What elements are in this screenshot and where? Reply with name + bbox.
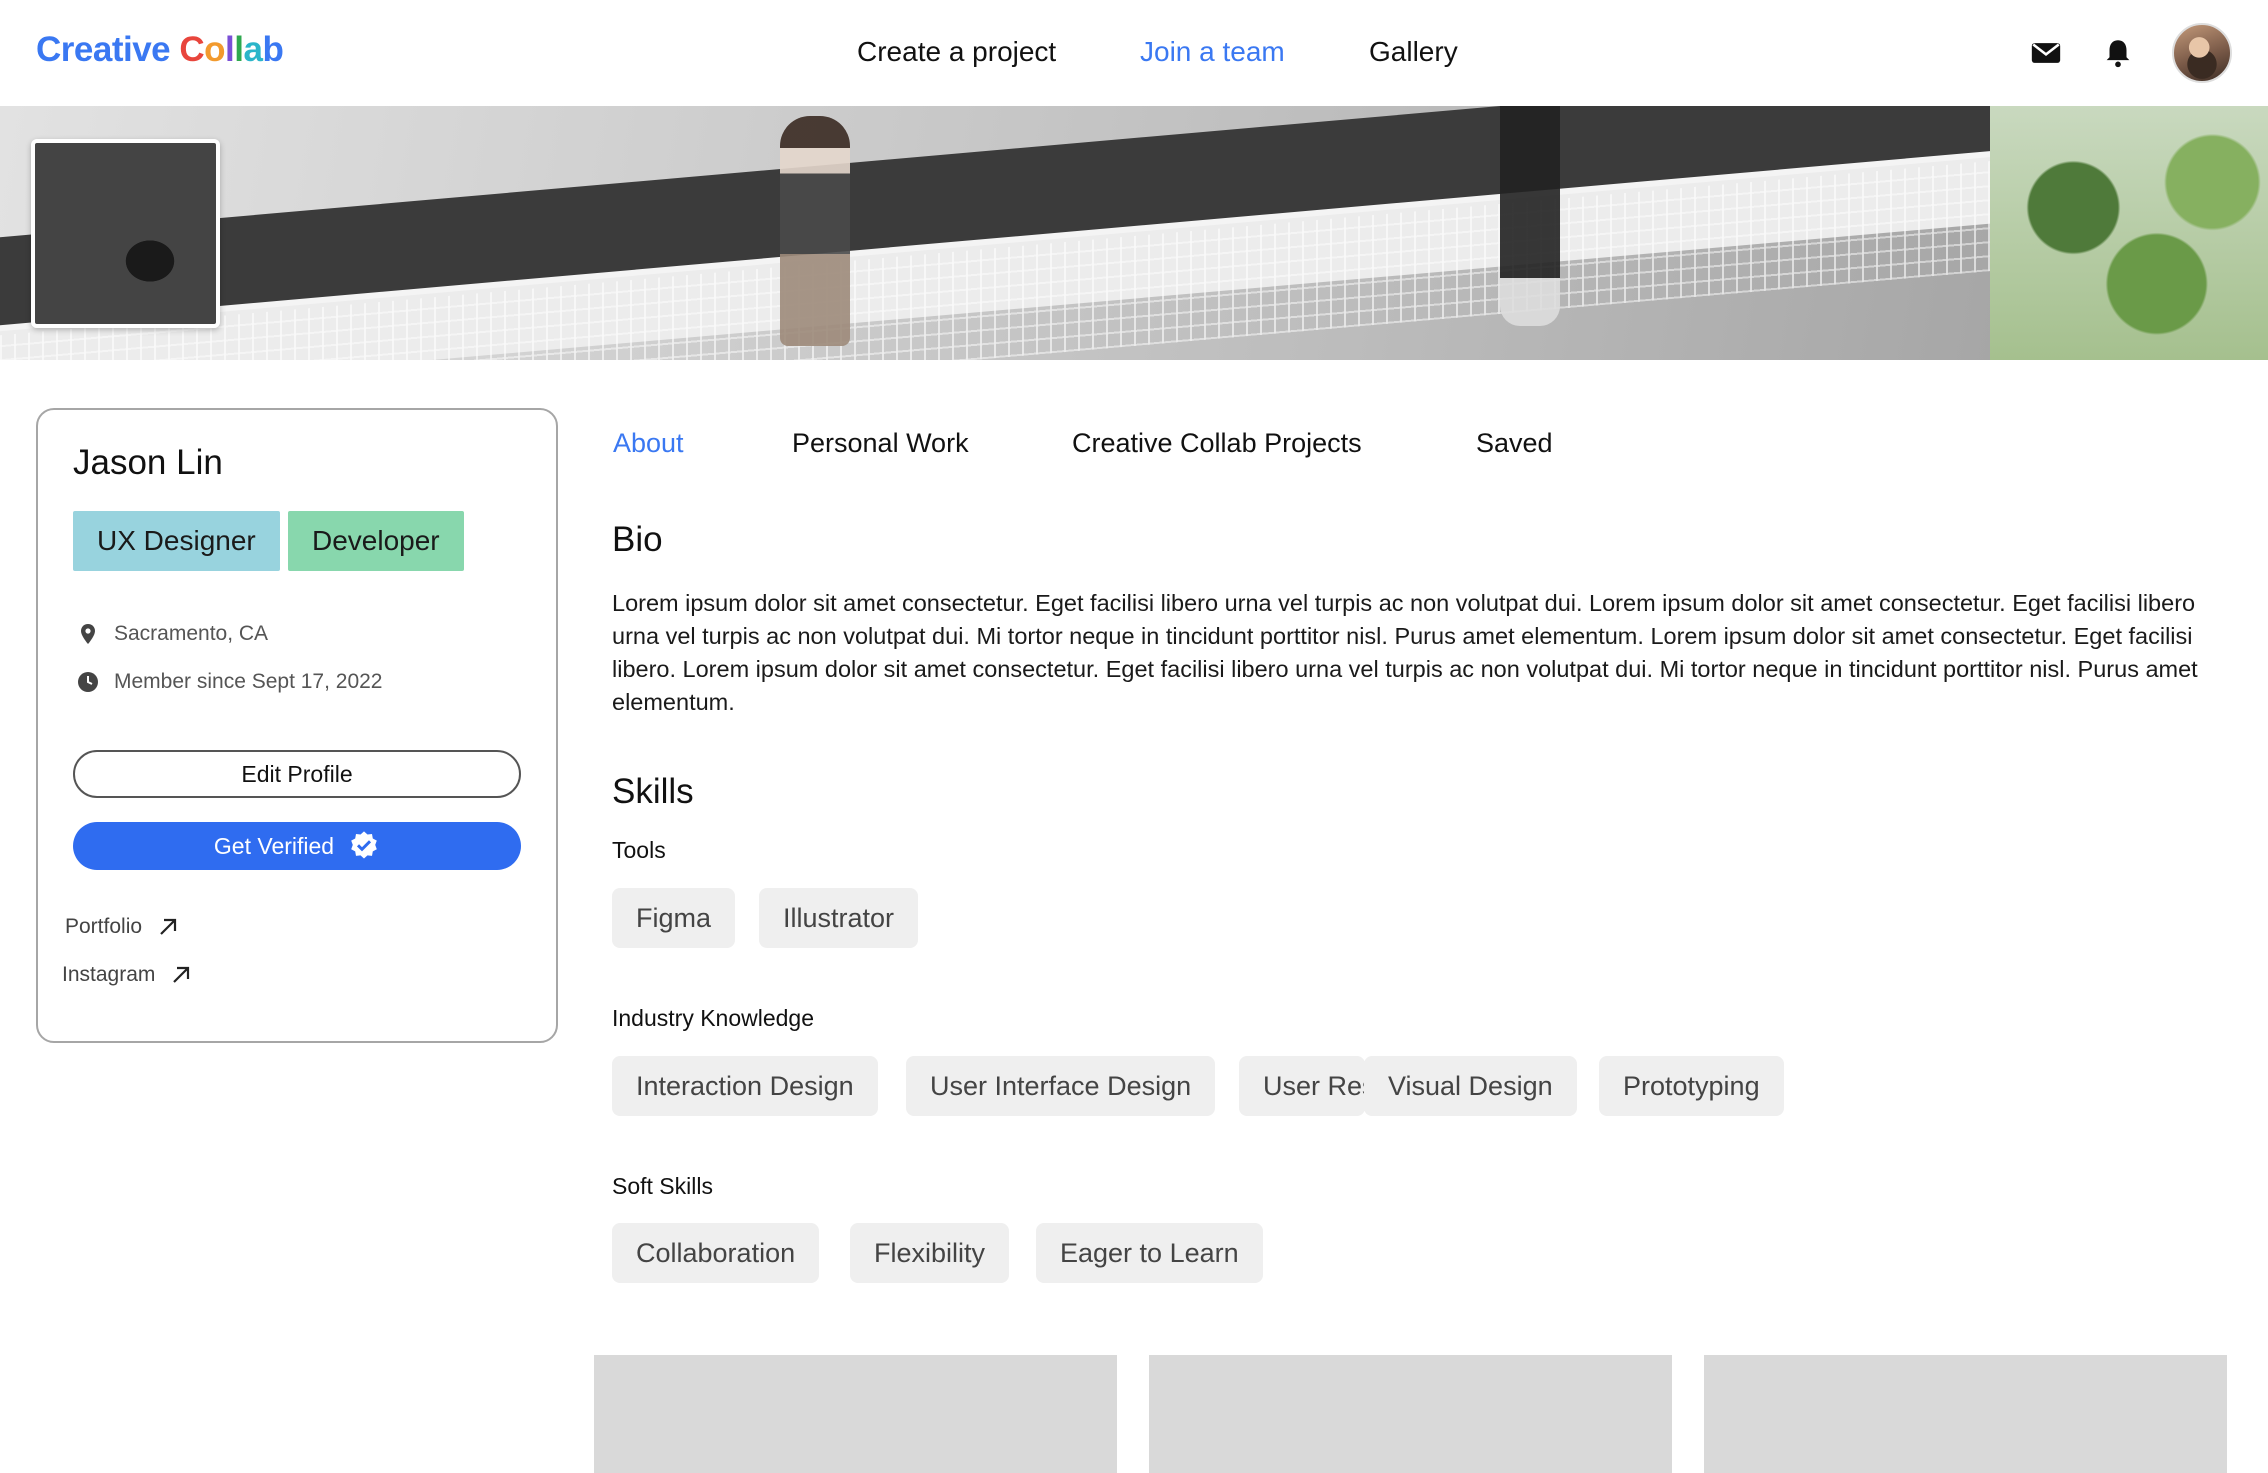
get-verified-label: Get Verified [213, 832, 335, 859]
project-card-placeholder[interactable] [1704, 1355, 2227, 1473]
profile-name: Jason Lin [73, 443, 223, 482]
portfolio-link[interactable]: Portfolio [65, 915, 180, 939]
project-card-placeholder[interactable] [594, 1355, 1117, 1473]
cover-banner [0, 106, 2268, 360]
location-text: Sacramento, CA [114, 622, 269, 645]
edit-profile-button[interactable]: Edit Profile [73, 750, 521, 798]
skill-chip[interactable]: Eager to Learn [1036, 1223, 1263, 1283]
location-pin-icon [81, 624, 95, 644]
top-nav: Creative Collab Create a project Join a … [0, 0, 2268, 106]
skill-chip[interactable]: Flexibility [850, 1223, 1010, 1283]
soft-skills-label: Soft Skills [612, 1173, 713, 1199]
role-tag-ux-designer: UX Designer [73, 511, 280, 571]
skill-chip[interactable]: Collaboration [612, 1223, 820, 1283]
clock-icon [78, 672, 98, 692]
tab-creative-collab-projects[interactable]: Creative Collab Projects [1072, 428, 1362, 459]
user-avatar[interactable] [2172, 23, 2232, 83]
skill-chip[interactable]: Figma [612, 888, 736, 948]
skill-chip[interactable]: Interaction Design [612, 1056, 878, 1116]
tab-about[interactable]: About [613, 428, 684, 459]
tab-saved[interactable]: Saved [1476, 428, 1553, 459]
member-since-row: Member since Sept 17, 2022 [76, 670, 383, 694]
bell-icon[interactable] [2101, 36, 2135, 70]
nav-gallery[interactable]: Gallery [1369, 36, 1458, 68]
mail-icon[interactable] [2029, 36, 2063, 70]
project-card-placeholder[interactable] [1149, 1355, 1672, 1473]
logo[interactable]: Creative Collab [36, 30, 284, 70]
nav-create-project[interactable]: Create a project [857, 36, 1056, 68]
portfolio-label: Portfolio [65, 915, 143, 938]
member-since-text: Member since Sept 17, 2022 [114, 670, 383, 693]
arrow-up-right-icon [173, 966, 190, 983]
profile-card: Jason Lin UX Designer Developer Sacramen… [36, 408, 558, 1043]
skill-chip[interactable]: Prototyping [1599, 1056, 1784, 1116]
arrow-up-right-icon [160, 918, 177, 935]
profile-photo [31, 139, 220, 328]
industry-knowledge-label: Industry Knowledge [612, 1005, 815, 1031]
instagram-label: Instagram [62, 963, 156, 986]
role-tag-developer: Developer [288, 511, 464, 571]
verified-badge-icon [351, 831, 377, 859]
nav-join-team[interactable]: Join a team [1140, 36, 1285, 68]
tools-label: Tools [612, 837, 666, 863]
skills-heading: Skills [612, 772, 694, 811]
bio-text: Lorem ipsum dolor sit amet consectetur. … [612, 590, 2198, 715]
tab-personal-work[interactable]: Personal Work [792, 428, 969, 459]
bio-heading: Bio [612, 520, 663, 559]
instagram-link[interactable]: Instagram [62, 963, 193, 987]
skill-chip[interactable]: User Interface Design [906, 1056, 1216, 1116]
skill-chip[interactable]: Illustrator [759, 888, 919, 948]
skill-chip[interactable]: Visual Design [1364, 1056, 1577, 1116]
location-row: Sacramento, CA [76, 622, 268, 646]
skill-chip[interactable]: User Res [1239, 1056, 1365, 1116]
get-verified-button[interactable]: Get Verified [73, 822, 521, 870]
